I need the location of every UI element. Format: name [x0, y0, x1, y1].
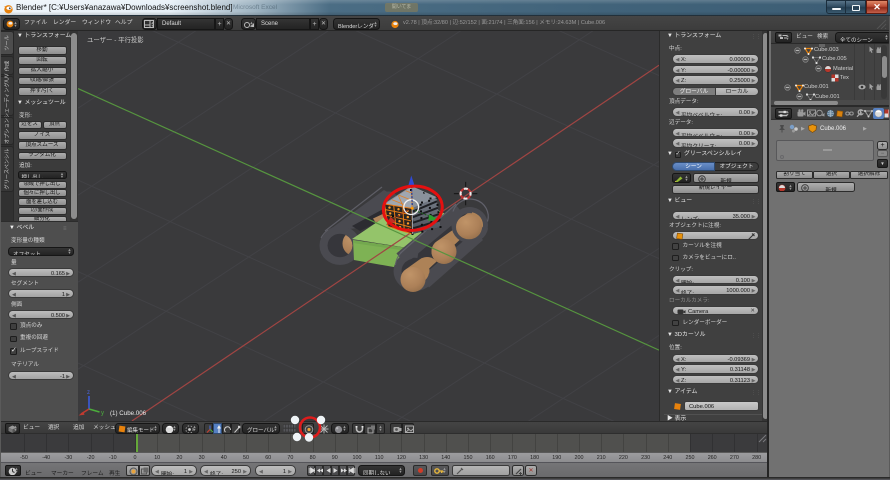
svg-text:y: y: [101, 411, 104, 417]
svg-text:z: z: [87, 390, 90, 396]
